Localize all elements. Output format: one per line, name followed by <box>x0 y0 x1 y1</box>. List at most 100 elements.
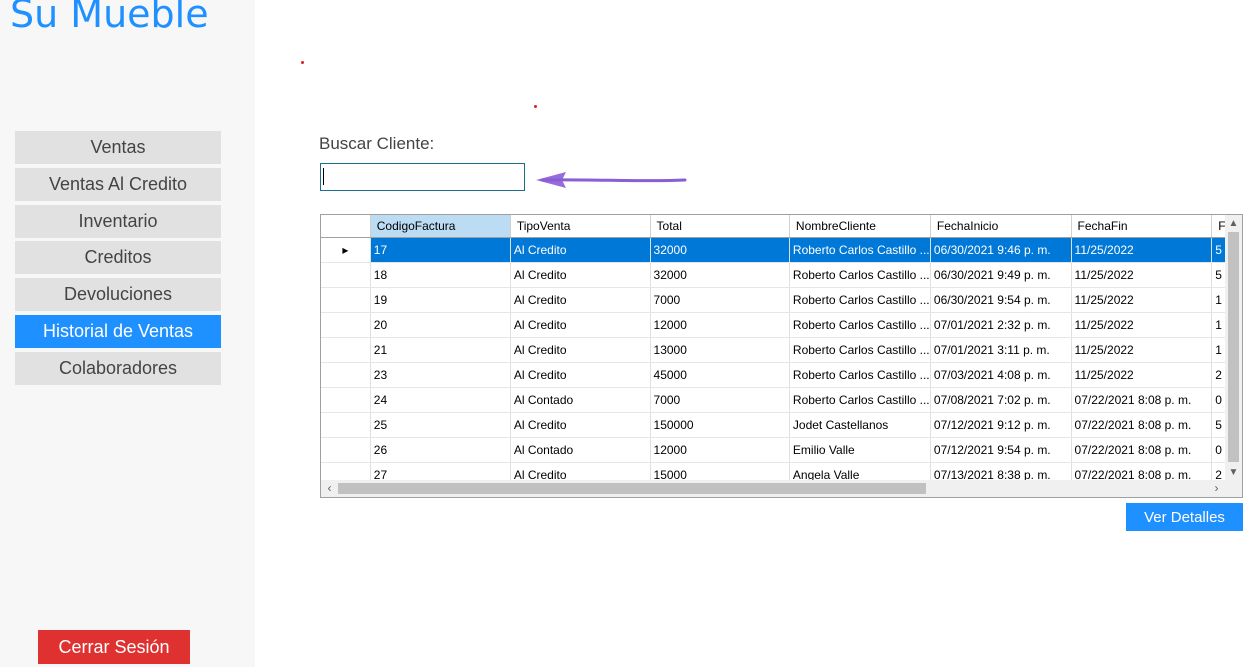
table-row[interactable]: 20 Al Credito 12000 Roberto Carlos Castillo… <box>321 312 1242 338</box>
sidebar: Su Mueble Ventas Ventas Al Credito Inven… <box>0 0 255 667</box>
table-cell[interactable]: 25 <box>370 412 511 438</box>
table-cell[interactable]: 07/22/2021 8:08 p. m. <box>1071 437 1213 463</box>
table-row[interactable]: 18 Al Credito 32000 Roberto Carlos Castillo… <box>321 262 1242 288</box>
table-cell[interactable]: Al Credito <box>510 262 651 288</box>
table-cell[interactable]: 24 <box>370 387 511 413</box>
sidebar-item-ventas-al-credito[interactable]: Ventas Al Credito <box>15 167 221 201</box>
table-cell[interactable]: 11/25/2022 <box>1071 362 1213 388</box>
table-cell[interactable]: Roberto Carlos Castillo ... <box>789 362 931 388</box>
scroll-right-icon[interactable]: › <box>1208 480 1225 497</box>
table-cell[interactable]: 12000 <box>650 312 790 338</box>
column-header[interactable]: TipoVenta <box>510 215 651 238</box>
table-row[interactable]: 19 Al Credito 7000 Roberto Carlos Castillo … <box>321 287 1242 313</box>
table-cell[interactable]: 7000 <box>650 387 790 413</box>
table-row[interactable]: 21 Al Credito 13000 Roberto Carlos Castillo… <box>321 337 1242 363</box>
table-cell[interactable]: Al Credito <box>510 287 651 313</box>
sidebar-item-devoluciones[interactable]: Devoluciones <box>15 278 221 312</box>
table-cell[interactable]: 06/30/2021 9:54 p. m. <box>930 287 1072 313</box>
red-dot-marker <box>301 61 304 64</box>
scrollbar-thumb[interactable] <box>1228 232 1239 462</box>
table-cell[interactable]: 12000 <box>650 437 790 463</box>
sidebar-item-creditos[interactable]: Creditos <box>15 241 221 275</box>
row-header[interactable] <box>321 337 371 363</box>
table-cell[interactable]: 11/25/2022 <box>1071 237 1213 263</box>
column-header[interactable]: CodigoFactura <box>370 215 511 238</box>
table-cell[interactable]: Jodet Castellanos <box>789 412 931 438</box>
scroll-left-icon[interactable]: ‹ <box>321 480 338 497</box>
table-cell[interactable]: 07/03/2021 4:08 p. m. <box>930 362 1072 388</box>
sidebar-item-inventario[interactable]: Inventario <box>15 204 221 238</box>
table-cell[interactable]: 11/25/2022 <box>1071 262 1213 288</box>
sidebar-item-colaboradores[interactable]: Colaboradores <box>15 351 221 385</box>
table-cell[interactable]: 32000 <box>650 237 790 263</box>
row-header[interactable] <box>321 387 371 413</box>
scroll-down-icon[interactable]: ▼ <box>1225 464 1242 481</box>
table-cell[interactable]: Al Credito <box>510 337 651 363</box>
table-cell[interactable]: 11/25/2022 <box>1071 337 1213 363</box>
column-header[interactable]: FechaFin <box>1071 215 1213 238</box>
table-cell[interactable]: 26 <box>370 437 511 463</box>
row-header[interactable] <box>321 362 371 388</box>
table-cell[interactable]: 7000 <box>650 287 790 313</box>
table-cell[interactable]: Al Credito <box>510 237 651 263</box>
row-header[interactable]: ▸ <box>321 237 371 263</box>
table-cell[interactable]: Roberto Carlos Castillo ... <box>789 237 931 263</box>
table-row[interactable]: ▸ 17 Al Credito 32000 Roberto Carlos Castill… <box>321 237 1242 263</box>
table-cell[interactable]: Roberto Carlos Castillo ... <box>789 337 931 363</box>
row-header[interactable] <box>321 312 371 338</box>
horizontal-scrollbar[interactable]: ‹ › <box>321 480 1242 497</box>
sidebar-item-ventas[interactable]: Ventas <box>15 131 221 164</box>
row-header[interactable] <box>321 437 371 463</box>
scroll-up-icon[interactable]: ▲ <box>1225 215 1242 232</box>
view-details-button[interactable]: Ver Detalles <box>1126 503 1243 531</box>
table-cell[interactable]: 07/22/2021 8:08 p. m. <box>1071 412 1213 438</box>
table-cell[interactable]: Al Contado <box>510 437 651 463</box>
table-cell[interactable]: 07/08/2021 7:02 p. m. <box>930 387 1072 413</box>
table-row[interactable]: 23 Al Credito 45000 Roberto Carlos Castillo… <box>321 362 1242 388</box>
table-cell[interactable]: Al Contado <box>510 387 651 413</box>
app-title: Su Mueble <box>10 0 209 36</box>
table-cell[interactable]: Roberto Carlos Castillo ... <box>789 312 931 338</box>
table-cell[interactable]: 07/12/2021 9:12 p. m. <box>930 412 1072 438</box>
row-header[interactable] <box>321 262 371 288</box>
vertical-scrollbar[interactable]: ▲ ▼ <box>1225 215 1242 481</box>
scrollbar-thumb[interactable] <box>338 483 926 494</box>
column-header[interactable]: Total <box>650 215 790 238</box>
search-input[interactable] <box>320 163 525 191</box>
table-cell[interactable]: 13000 <box>650 337 790 363</box>
table-row[interactable]: 26 Al Contado 12000 Emilio Valle 07/12/2021 … <box>321 437 1242 463</box>
table-cell[interactable]: 07/12/2021 9:54 p. m. <box>930 437 1072 463</box>
table-cell[interactable]: Al Credito <box>510 362 651 388</box>
table-cell[interactable]: Emilio Valle <box>789 437 931 463</box>
table-cell[interactable]: 18 <box>370 262 511 288</box>
table-cell[interactable]: Roberto Carlos Castillo ... <box>789 387 931 413</box>
table-cell[interactable]: 45000 <box>650 362 790 388</box>
table-cell[interactable]: 19 <box>370 287 511 313</box>
table-cell[interactable]: 11/25/2022 <box>1071 287 1213 313</box>
table-cell[interactable]: 06/30/2021 9:46 p. m. <box>930 237 1072 263</box>
sales-history-grid[interactable]: CodigoFactura TipoVenta Total NombreClie… <box>320 214 1243 498</box>
table-cell[interactable]: 17 <box>370 237 511 263</box>
table-cell[interactable]: Roberto Carlos Castillo ... <box>789 262 931 288</box>
table-cell[interactable]: 06/30/2021 9:49 p. m. <box>930 262 1072 288</box>
table-row[interactable]: 24 Al Contado 7000 Roberto Carlos Castillo … <box>321 387 1242 413</box>
row-header[interactable] <box>321 412 371 438</box>
column-header[interactable]: FechaInicio <box>930 215 1072 238</box>
sidebar-item-historial-de-ventas[interactable]: Historial de Ventas <box>15 314 221 348</box>
table-cell[interactable]: 23 <box>370 362 511 388</box>
column-header[interactable]: NombreCliente <box>789 215 931 238</box>
row-header[interactable] <box>321 287 371 313</box>
table-cell[interactable]: 21 <box>370 337 511 363</box>
table-cell[interactable]: Al Credito <box>510 412 651 438</box>
table-cell[interactable]: 150000 <box>650 412 790 438</box>
table-cell[interactable]: 20 <box>370 312 511 338</box>
table-cell[interactable]: Al Credito <box>510 312 651 338</box>
table-cell[interactable]: Roberto Carlos Castillo ... <box>789 287 931 313</box>
logout-button[interactable]: Cerrar Sesión <box>38 630 190 664</box>
table-row[interactable]: 25 Al Credito 150000 Jodet Castellanos 07/12… <box>321 412 1242 438</box>
table-cell[interactable]: 11/25/2022 <box>1071 312 1213 338</box>
table-cell[interactable]: 07/01/2021 2:32 p. m. <box>930 312 1072 338</box>
table-cell[interactable]: 07/01/2021 3:11 p. m. <box>930 337 1072 363</box>
table-cell[interactable]: 32000 <box>650 262 790 288</box>
table-cell[interactable]: 07/22/2021 8:08 p. m. <box>1071 387 1213 413</box>
